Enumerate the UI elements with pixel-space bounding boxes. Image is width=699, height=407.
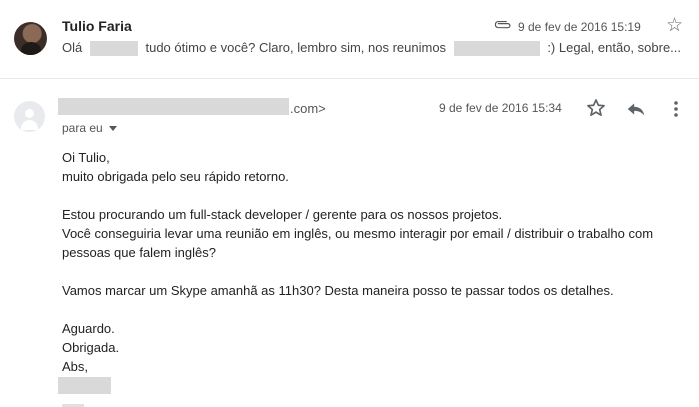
recipient-details-toggle[interactable]: para eu xyxy=(62,121,117,135)
sender-email-suffix: .com> xyxy=(290,101,326,116)
avatar-placeholder-icon xyxy=(14,101,45,132)
body-line: pessoas que falem inglês? xyxy=(62,245,216,260)
reply-icon[interactable] xyxy=(624,98,648,120)
body-line: Estou procurando um full-stack developer… xyxy=(62,207,503,222)
body-line: Vamos marcar um Skype amanhã as 11h30? D… xyxy=(62,283,614,298)
redacted-signature xyxy=(58,377,111,394)
message-date: 9 de fev de 2016 15:34 xyxy=(439,101,562,115)
redacted-name xyxy=(89,41,138,57)
star-icon[interactable]: ☆ xyxy=(666,16,683,36)
message-date: 9 de fev de 2016 15:19 xyxy=(518,20,641,34)
snippet-text-1: Olá xyxy=(62,40,83,55)
body-paragraph: Aguardo. Obrigada. Abs, xyxy=(62,319,692,376)
recipient-label: para eu xyxy=(62,121,103,135)
body-line: Aguardo. xyxy=(62,321,115,336)
message-snippet: Olá tudo ótimo e você? Claro, lembro sim… xyxy=(62,40,688,57)
body-paragraph: Oi Tulio, muito obrigada pelo seu rápido… xyxy=(62,148,692,186)
snippet-text-3: :) Legal, então, sobre... xyxy=(547,40,682,55)
redacted-sender xyxy=(58,98,289,115)
more-vert-icon[interactable] xyxy=(670,98,682,120)
body-paragraph: Vamos marcar um Skype amanhã as 11h30? D… xyxy=(62,281,692,300)
snippet-text-2: tudo ótimo e você? Claro, lembro sim, no… xyxy=(145,40,447,55)
redacted-text xyxy=(453,41,540,57)
body-paragraph: Estou procurando um full-stack developer… xyxy=(62,205,692,262)
star-icon[interactable] xyxy=(585,97,607,119)
body-line: muito obrigada pelo seu rápido retorno. xyxy=(62,169,289,184)
body-line: Obrigada. xyxy=(62,340,120,355)
paperclip-icon xyxy=(494,20,511,29)
caret-down-icon xyxy=(108,126,117,132)
message-divider xyxy=(0,78,699,79)
body-line: Você conseguiria levar uma reunião em in… xyxy=(62,226,654,241)
message-collapsed[interactable]: Tulio Faria 9 de fev de 2016 15:19 ☆ Olá… xyxy=(0,0,699,78)
body-line: Oi Tulio, xyxy=(62,150,110,165)
sender-avatar xyxy=(14,22,47,55)
sender-name: Tulio Faria xyxy=(62,18,132,34)
body-line: Abs, xyxy=(62,359,89,374)
message-body: Oi Tulio, muito obrigada pelo seu rápido… xyxy=(62,148,692,395)
